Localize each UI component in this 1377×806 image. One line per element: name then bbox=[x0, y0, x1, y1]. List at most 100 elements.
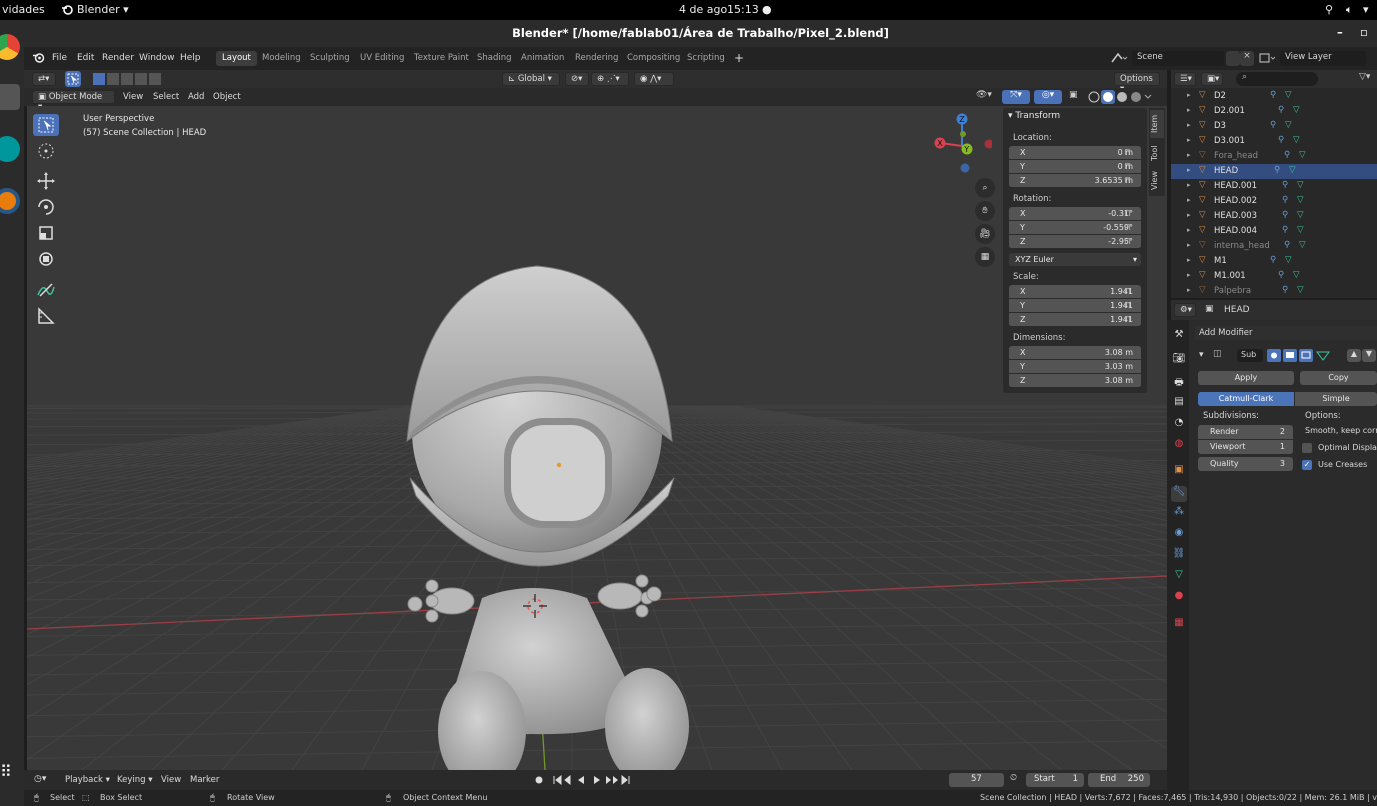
location-x-field[interactable]: X0 m bbox=[1009, 146, 1141, 160]
pivot-point-dropdown[interactable]: ⊘▾ bbox=[565, 72, 589, 86]
select-mode-icon[interactable] bbox=[65, 71, 81, 87]
dimensions-z-field[interactable]: Z 3.08 m bbox=[1009, 374, 1141, 388]
network-icon[interactable]: ⚲ bbox=[1325, 3, 1333, 16]
optimal-display-checkbox[interactable] bbox=[1302, 443, 1312, 453]
clock-date[interactable]: 4 de ago bbox=[679, 3, 727, 16]
mesh-data-icon[interactable]: ▽ bbox=[1297, 285, 1304, 295]
navigation-gizmo[interactable]: Z X Y bbox=[932, 112, 992, 174]
modifier-wrench-icon[interactable]: ⚲ bbox=[1270, 90, 1276, 100]
modifier-wrench-icon[interactable]: ⚲ bbox=[1278, 135, 1284, 145]
expand-arrow-icon[interactable]: ▸ bbox=[1187, 241, 1191, 249]
lock-icon[interactable]: ⊓ bbox=[1124, 223, 1131, 233]
tab-uv-editing[interactable]: UV Editing bbox=[354, 51, 410, 66]
end-frame-field[interactable]: End 250 bbox=[1088, 773, 1150, 787]
blender-dock-icon[interactable] bbox=[0, 188, 20, 214]
outliner-item[interactable]: ▸ ▽ Palpebra ⚲ ▽ bbox=[1171, 284, 1377, 298]
camera-view-icon[interactable]: 🎥︎ bbox=[975, 224, 995, 244]
3d-viewport[interactable]: User Perspective (57) Scene Collection |… bbox=[27, 106, 1167, 770]
expand-arrow-icon[interactable]: ▸ bbox=[1187, 196, 1191, 204]
mesh-data-icon[interactable]: ▽ bbox=[1285, 90, 1292, 100]
new-scene-icon[interactable] bbox=[1226, 51, 1240, 66]
particles-properties-icon[interactable]: ⁂ bbox=[1171, 506, 1187, 522]
modifier-name-field[interactable]: Sub bbox=[1237, 349, 1263, 362]
editor-type-button[interactable]: ⇄▾ bbox=[32, 72, 56, 86]
chrome-icon[interactable] bbox=[0, 34, 20, 60]
expand-arrow-icon[interactable]: ▸ bbox=[1187, 181, 1191, 189]
outliner-item[interactable]: ▸ ▽ M1 ⚲ ▽ bbox=[1171, 254, 1377, 269]
copy-modifier-button[interactable]: Copy bbox=[1300, 371, 1377, 385]
location-y-field[interactable]: Y0 m bbox=[1009, 160, 1141, 174]
viewport-menu-view[interactable]: View bbox=[123, 92, 143, 102]
object-data-properties-icon[interactable]: ▽ bbox=[1171, 569, 1187, 585]
viewport-levels-field[interactable]: Viewport 1 bbox=[1198, 440, 1293, 454]
use-creases-checkbox[interactable]: ✓ bbox=[1302, 460, 1312, 470]
lock-icon[interactable]: ⊓ bbox=[1124, 237, 1131, 247]
zoom-view-icon[interactable]: ⌕ bbox=[975, 178, 995, 198]
tab-animation[interactable]: Animation bbox=[515, 51, 570, 66]
mesh-data-icon[interactable]: ▽ bbox=[1297, 225, 1304, 235]
scene-browse-icon[interactable] bbox=[1110, 51, 1130, 66]
minimize-icon[interactable]: – bbox=[1337, 25, 1343, 39]
expand-arrow-icon[interactable]: ▸ bbox=[1187, 256, 1191, 264]
mesh-data-icon[interactable]: ▽ bbox=[1285, 120, 1292, 130]
rotation-z-field[interactable]: Z -2.95° bbox=[1009, 235, 1141, 249]
rotation-mode-dropdown[interactable]: XYZ Euler ▾ bbox=[1009, 253, 1141, 267]
outliner-item[interactable]: ▸ ▽ interna_head ⚲ ▽ bbox=[1171, 239, 1377, 254]
lock-icon[interactable]: ⊓ bbox=[1124, 287, 1131, 297]
robot-mesh-model[interactable] bbox=[372, 206, 702, 770]
selection-mode-buttons[interactable] bbox=[93, 72, 161, 86]
scale-y-field[interactable]: Y 1.941 bbox=[1009, 299, 1141, 313]
tab-scripting[interactable]: Scripting bbox=[681, 51, 731, 66]
tab-compositing[interactable]: Compositing bbox=[621, 51, 686, 66]
gizmo-toggle-icon[interactable]: ⤧▾ bbox=[1002, 90, 1030, 104]
object-properties-icon[interactable]: ▣ bbox=[1171, 464, 1187, 480]
mesh-data-icon[interactable]: ▽ bbox=[1285, 255, 1292, 265]
outliner-item[interactable]: ▸ ▽ HEAD.004 ⚲ ▽ bbox=[1171, 224, 1377, 239]
mesh-data-icon[interactable]: ▽ bbox=[1297, 180, 1304, 190]
add-modifier-dropdown[interactable]: Add Modifier bbox=[1195, 326, 1377, 340]
options-dropdown[interactable]: Options ▾ bbox=[1114, 72, 1160, 94]
mesh-data-icon[interactable]: ▽ bbox=[1293, 135, 1300, 145]
catmull-clark-button[interactable]: Catmull-Clark bbox=[1198, 392, 1294, 406]
timeline-menu-playback[interactable]: Playback ▾ bbox=[65, 775, 110, 785]
viewport-menu-object[interactable]: Object bbox=[213, 92, 241, 102]
visibility-dropdown-icon[interactable]: 👁︎▾ bbox=[976, 90, 998, 104]
menu-help[interactable]: Help bbox=[180, 53, 201, 63]
tab-rendering[interactable]: Rendering bbox=[569, 51, 624, 66]
delete-scene-icon[interactable]: × bbox=[1240, 51, 1254, 66]
modifier-collapse-icon[interactable]: ▾ bbox=[1199, 350, 1204, 360]
modifier-visibility-toggles[interactable] bbox=[1267, 349, 1331, 362]
modifier-wrench-icon[interactable]: ⚲ bbox=[1282, 225, 1288, 235]
mesh-data-icon[interactable]: ▽ bbox=[1297, 195, 1304, 205]
modifier-wrench-icon[interactable]: ⚲ bbox=[1282, 285, 1288, 295]
modifier-move-down-icon[interactable]: ▼ bbox=[1362, 349, 1376, 362]
tab-layout[interactable]: Layout bbox=[216, 51, 257, 66]
modifier-wrench-icon[interactable]: ⚲ bbox=[1278, 270, 1284, 280]
lock-icon[interactable]: ⊓ bbox=[1124, 162, 1131, 172]
menu-render[interactable]: Render bbox=[102, 53, 134, 63]
outliner-editor-type-icon[interactable]: ☰▾ bbox=[1174, 72, 1196, 86]
maximize-icon[interactable]: ▫ bbox=[1360, 25, 1368, 39]
outliner-item[interactable]: ▸ ▽ M1.001 ⚲ ▽ bbox=[1171, 269, 1377, 284]
viewport-menu-select[interactable]: Select bbox=[153, 92, 179, 102]
timeline-menu-view[interactable]: View bbox=[161, 775, 181, 785]
select-box-tool[interactable] bbox=[33, 114, 59, 136]
quality-field[interactable]: Quality 3 bbox=[1198, 457, 1293, 471]
world-properties-icon[interactable]: ◍ bbox=[1171, 438, 1187, 454]
expand-arrow-icon[interactable]: ▸ bbox=[1187, 271, 1191, 279]
physics-properties-icon[interactable]: ◉ bbox=[1171, 527, 1187, 543]
sidebar-tab-item[interactable]: Item bbox=[1150, 110, 1164, 138]
modifier-wrench-icon[interactable]: ⚲ bbox=[1274, 165, 1280, 175]
scene-properties-icon[interactable]: ◔ bbox=[1171, 417, 1187, 433]
measure-tool-icon[interactable] bbox=[33, 305, 59, 327]
expand-arrow-icon[interactable]: ▸ bbox=[1187, 286, 1191, 294]
menu-window[interactable]: Window bbox=[139, 53, 175, 63]
scale-x-field[interactable]: X 1.941 bbox=[1009, 285, 1141, 299]
view-layer-field[interactable]: View Layer bbox=[1280, 51, 1366, 66]
transform-tool-icon[interactable] bbox=[33, 248, 59, 270]
lock-icon[interactable]: ⊓ bbox=[1124, 176, 1131, 186]
activities-button[interactable]: vidades bbox=[2, 3, 45, 16]
lock-icon[interactable]: ⊓ bbox=[1124, 148, 1131, 158]
modifier-wrench-icon[interactable]: ⚲ bbox=[1270, 255, 1276, 265]
expand-arrow-icon[interactable]: ▸ bbox=[1187, 136, 1191, 144]
